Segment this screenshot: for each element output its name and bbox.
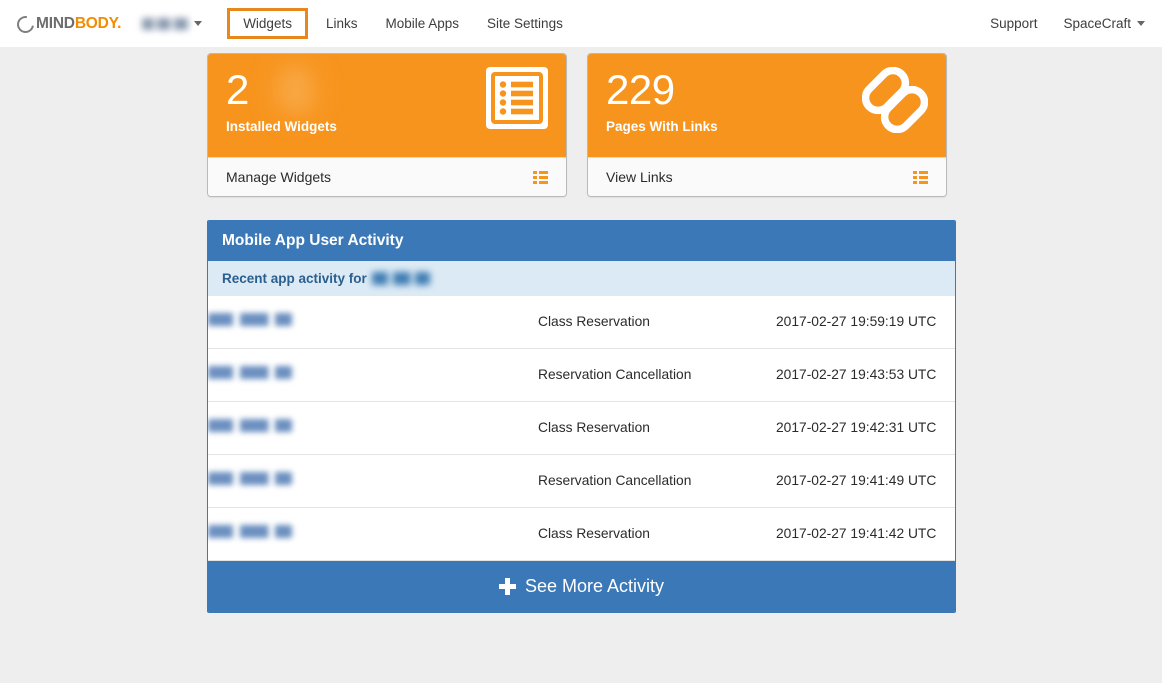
see-more-activity-button[interactable]: See More Activity xyxy=(208,561,955,612)
logo-text-body: BODY. xyxy=(74,15,122,32)
account-menu-label: SpaceCraft xyxy=(1063,16,1131,31)
activity-action-cell: Reservation Cancellation xyxy=(538,454,776,508)
activity-timestamp-cell: 2017-02-27 19:41:42 UTC xyxy=(776,507,955,561)
nav-item-links-label: Links xyxy=(325,16,358,31)
activity-action-cell: Class Reservation xyxy=(538,401,776,455)
activity-user-name-redacted xyxy=(208,313,292,326)
mobile-app-user-activity-panel: Mobile App User Activity Recent app acti… xyxy=(207,220,956,613)
table-row[interactable]: Class Reservation 2017-02-27 19:42:31 UT… xyxy=(208,401,955,455)
chevron-down-icon xyxy=(194,21,203,26)
table-row[interactable]: Class Reservation 2017-02-27 19:59:19 UT… xyxy=(208,296,955,349)
activity-user-cell[interactable] xyxy=(208,507,538,561)
view-links-button[interactable]: View Links xyxy=(588,157,946,196)
panel-title: Mobile App User Activity xyxy=(208,221,955,261)
activity-user-cell[interactable] xyxy=(208,454,538,508)
card-installed-widgets-top: 2 6 Installed Widgets xyxy=(208,54,566,157)
activity-user-name-redacted xyxy=(208,472,292,485)
see-more-activity-label: See More Activity xyxy=(524,576,665,596)
manage-widgets-label: Manage Widgets xyxy=(226,169,332,185)
activity-user-name-redacted xyxy=(208,525,292,538)
nav-item-mobile-apps-label: Mobile Apps xyxy=(385,16,460,31)
view-links-label: View Links xyxy=(606,169,673,185)
card-pages-with-links[interactable]: 229 Pages With Links View Links xyxy=(587,53,947,197)
activity-user-cell[interactable] xyxy=(208,348,538,402)
studio-name-redacted xyxy=(142,17,189,30)
activity-user-cell[interactable] xyxy=(208,401,538,455)
nav-item-site-settings[interactable]: Site Settings xyxy=(473,10,577,37)
activity-action-cell: Class Reservation xyxy=(538,507,776,561)
nav-item-mobile-apps[interactable]: Mobile Apps xyxy=(371,10,473,37)
panel-subtitle-text: Recent app activity for xyxy=(222,271,367,286)
activity-timestamp-cell: 2017-02-27 19:42:31 UTC xyxy=(776,401,955,455)
table-row[interactable]: Class Reservation 2017-02-27 19:41:42 UT… xyxy=(208,507,955,561)
nav-item-widgets[interactable]: Widgets xyxy=(227,8,308,39)
nav-item-support-label: Support xyxy=(990,16,1038,31)
chevron-down-icon xyxy=(1137,21,1145,26)
chain-link-icon xyxy=(861,66,929,138)
table-row[interactable]: Reservation Cancellation 2017-02-27 19:4… xyxy=(208,454,955,508)
stat-cards: 2 6 Installed Widgets Manage Widgets 229… xyxy=(207,53,947,197)
header-right-group: Support SpaceCraft xyxy=(990,10,1145,37)
activity-timestamp-cell: 2017-02-27 19:41:49 UTC xyxy=(776,454,955,508)
panel-subtitle-studio-redacted xyxy=(371,272,430,285)
nav-item-support[interactable]: Support xyxy=(990,10,1037,37)
account-menu[interactable]: SpaceCraft xyxy=(1063,16,1145,31)
grid-list-icon xyxy=(913,170,928,184)
activity-user-cell[interactable] xyxy=(208,296,538,349)
mindbody-logo[interactable]: MINDBODY. xyxy=(13,12,122,36)
top-navigation-bar: MINDBODY. Widgets Links Mobile Apps Site… xyxy=(0,0,1162,47)
activity-timestamp-cell: 2017-02-27 19:59:19 UTC xyxy=(776,296,955,349)
plus-icon xyxy=(498,578,516,595)
activity-action-cell: Class Reservation xyxy=(538,296,776,349)
activity-user-name-redacted xyxy=(208,366,292,379)
nav-item-widgets-label: Widgets xyxy=(243,16,292,31)
panel-subtitle: Recent app activity for xyxy=(208,261,955,296)
card-installed-widgets[interactable]: 2 6 Installed Widgets Manage Widgets xyxy=(207,53,567,197)
activity-action-cell: Reservation Cancellation xyxy=(538,348,776,402)
activity-user-name-redacted xyxy=(208,419,292,432)
list-icon xyxy=(486,67,548,134)
grid-list-icon xyxy=(533,170,548,184)
manage-widgets-button[interactable]: Manage Widgets xyxy=(208,157,566,196)
activity-timestamp-cell: 2017-02-27 19:43:53 UTC xyxy=(776,348,955,402)
card-pages-with-links-top: 229 Pages With Links xyxy=(588,54,946,157)
main-nav: Widgets Links Mobile Apps Site Settings xyxy=(223,8,577,39)
mindbody-circle-icon xyxy=(13,12,38,36)
studio-selector[interactable] xyxy=(142,17,203,30)
nav-item-site-settings-label: Site Settings xyxy=(487,16,563,31)
logo-text-mind: MIND xyxy=(36,15,75,32)
table-row[interactable]: Reservation Cancellation 2017-02-27 19:4… xyxy=(208,348,955,402)
nav-item-links[interactable]: Links xyxy=(312,10,372,37)
activity-table: Class Reservation 2017-02-27 19:59:19 UT… xyxy=(208,296,955,561)
